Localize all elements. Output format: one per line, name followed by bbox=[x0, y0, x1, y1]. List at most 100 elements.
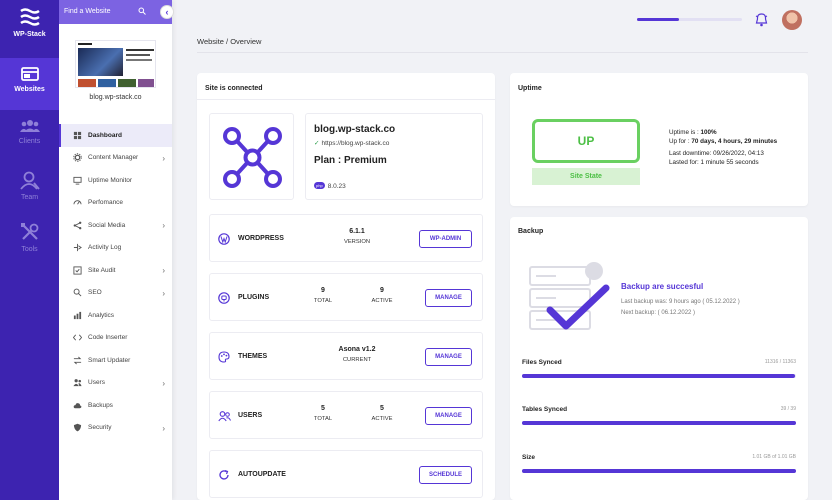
nav-item-social-media[interactable]: Social Media › bbox=[59, 214, 172, 237]
nav-item-seo[interactable]: SEO › bbox=[59, 282, 172, 305]
plugins-active-value: 9 bbox=[380, 287, 384, 294]
progress-label: Tables Synced bbox=[522, 406, 568, 413]
app-name: WP-Stack bbox=[13, 31, 46, 38]
wordpress-version-label: VERSION bbox=[343, 239, 371, 245]
gear-icon bbox=[73, 153, 82, 162]
chevron-right-icon: › bbox=[162, 153, 165, 163]
rail-item-tools[interactable]: Tools bbox=[0, 214, 59, 266]
backup-server-check-icon bbox=[529, 262, 610, 330]
plugins-manage-button[interactable]: MANAGE bbox=[425, 289, 472, 307]
cloud-icon bbox=[73, 402, 82, 408]
collapse-panel-button[interactable]: ‹ bbox=[160, 5, 174, 19]
wp-stack-logo-icon bbox=[19, 8, 40, 26]
uptime-title: Uptime bbox=[518, 85, 542, 92]
nav-item-label: Smart Updater bbox=[88, 356, 131, 364]
site-side-panel: Find a Website ‹ blog.wp-stack.co Dashbo… bbox=[59, 0, 174, 500]
nav-item-security[interactable]: Security › bbox=[59, 417, 172, 440]
plugins-active-stat: 9 ACTIVE bbox=[352, 287, 412, 304]
monitor-icon bbox=[73, 176, 82, 185]
backup-details: Last backup was: 9 hours ago ( 05.12.202… bbox=[621, 297, 740, 319]
users-icon bbox=[218, 411, 231, 422]
wordpress-version-stat: 6.1.1 VERSION bbox=[327, 228, 387, 245]
themes-current-value: Asona v1.2 bbox=[338, 346, 376, 353]
themes-manage-button[interactable]: MANAGE bbox=[425, 348, 472, 366]
wordpress-icon bbox=[218, 233, 230, 245]
schedule-button[interactable]: SCHEDULE bbox=[419, 466, 472, 484]
progress-label: Size bbox=[522, 454, 536, 461]
nav-item-smart-updater[interactable]: Smart Updater bbox=[59, 349, 172, 372]
team-icon bbox=[19, 171, 40, 190]
nav-item-label: Activity Log bbox=[88, 244, 122, 252]
rail-item-websites[interactable]: Websites bbox=[0, 58, 59, 110]
find-website-bar[interactable]: Find a Website bbox=[59, 0, 172, 24]
progress-track bbox=[522, 469, 796, 473]
rail-label-team: Team bbox=[20, 194, 39, 201]
seo-icon bbox=[73, 288, 82, 297]
app-rail: WP-Stack Websites Clients Team Tools bbox=[0, 0, 59, 500]
dashboard-icon bbox=[73, 131, 82, 139]
nav-item-code-inserter[interactable]: Code Inserter bbox=[59, 327, 172, 350]
nav-item-backups[interactable]: Backups bbox=[59, 394, 172, 417]
users-total-stat: 5 TOTAL bbox=[293, 405, 353, 422]
nav-item-activity-log[interactable]: Activity Log bbox=[59, 237, 172, 260]
share-icon bbox=[73, 221, 82, 230]
nav-item-perfomance[interactable]: Perfomance bbox=[59, 192, 172, 215]
users-icon bbox=[73, 379, 82, 387]
autoupdate-label: AUTOUPDATE bbox=[238, 471, 286, 478]
app-logo[interactable]: WP-Stack bbox=[0, 8, 59, 38]
last-downtime: Last downtime: 09/26/2022, 04:13 bbox=[669, 150, 764, 157]
site-connected-card: Site is connected blog.wp-stack.co ✓ http… bbox=[197, 73, 495, 500]
site-plan: Plan : Premium bbox=[314, 155, 387, 166]
clients-icon bbox=[19, 120, 40, 132]
nav-item-analytics[interactable]: Analytics bbox=[59, 304, 172, 327]
php-icon: php bbox=[314, 182, 325, 189]
lasted-for: Lasted for: 1 minute 55 seconds bbox=[669, 158, 759, 166]
wp-admin-button[interactable]: WP-ADMIN bbox=[419, 230, 472, 248]
nav-item-label: Dashboard bbox=[88, 131, 122, 139]
nav-item-label: Users bbox=[88, 379, 105, 387]
site-nav: Dashboard Content Manager › Uptime Monitor P… bbox=[59, 124, 172, 439]
chevron-left-icon: ‹ bbox=[165, 7, 169, 17]
rail-item-clients[interactable]: Clients bbox=[0, 110, 59, 162]
plugins-total-value: 9 bbox=[321, 287, 325, 294]
site-state-label: Site State bbox=[532, 168, 640, 185]
notification-bell-icon[interactable] bbox=[755, 13, 768, 27]
users-total-value: 5 bbox=[321, 405, 325, 412]
chevron-right-icon: › bbox=[162, 221, 165, 230]
nav-item-content-manager[interactable]: Content Manager › bbox=[59, 147, 172, 170]
users-manage-button[interactable]: MANAGE bbox=[425, 407, 472, 425]
plugin-icon bbox=[218, 292, 230, 304]
nav-item-label: Backups bbox=[88, 401, 113, 409]
site-logo-box bbox=[209, 113, 294, 200]
websites-icon bbox=[20, 67, 39, 81]
site-thumbnail[interactable] bbox=[75, 40, 156, 88]
site-url-text: https://blog.wp-stack.co bbox=[321, 140, 390, 147]
search-icon[interactable] bbox=[138, 7, 146, 15]
themes-current-label: CURRENT bbox=[342, 357, 372, 363]
nav-item-uptime-monitor[interactable]: Uptime Monitor bbox=[59, 169, 172, 192]
progress-fill bbox=[522, 421, 796, 425]
site-url[interactable]: ✓ https://blog.wp-stack.co bbox=[314, 139, 389, 147]
plugins-row: PLUGINS 9 TOTAL 9 ACTIVE MANAGE bbox=[209, 273, 483, 321]
nav-item-dashboard[interactable]: Dashboard bbox=[59, 124, 172, 147]
palette-icon bbox=[218, 351, 230, 363]
nav-item-users[interactable]: Users › bbox=[59, 372, 172, 395]
find-website-label: Find a Website bbox=[64, 8, 111, 15]
rail-item-team[interactable]: Team bbox=[0, 162, 59, 214]
gauge-icon bbox=[73, 200, 82, 205]
progress-fill bbox=[522, 374, 795, 378]
next-backup: Next backup: ( 06.12.2022 ) bbox=[621, 310, 696, 316]
rail-label-websites: Websites bbox=[14, 86, 45, 93]
wordpress-label: WORDPRESS bbox=[238, 235, 284, 242]
progress-track bbox=[522, 421, 796, 425]
themes-label: THEMES bbox=[238, 353, 268, 360]
wordpress-version-value: 6.1.1 bbox=[349, 228, 365, 235]
uptime-details: Uptime is : 100% Up for : 70 days, 4 hou… bbox=[669, 129, 777, 167]
user-avatar[interactable] bbox=[782, 10, 802, 30]
progress-value: 39 / 39 bbox=[780, 406, 796, 412]
nav-item-site-audit[interactable]: Site Audit › bbox=[59, 259, 172, 282]
check-circle-icon: ✓ bbox=[314, 140, 320, 147]
uptime-value: 100% bbox=[700, 129, 717, 136]
plugins-total-label: TOTAL bbox=[313, 298, 333, 304]
chevron-right-icon: › bbox=[162, 423, 165, 433]
